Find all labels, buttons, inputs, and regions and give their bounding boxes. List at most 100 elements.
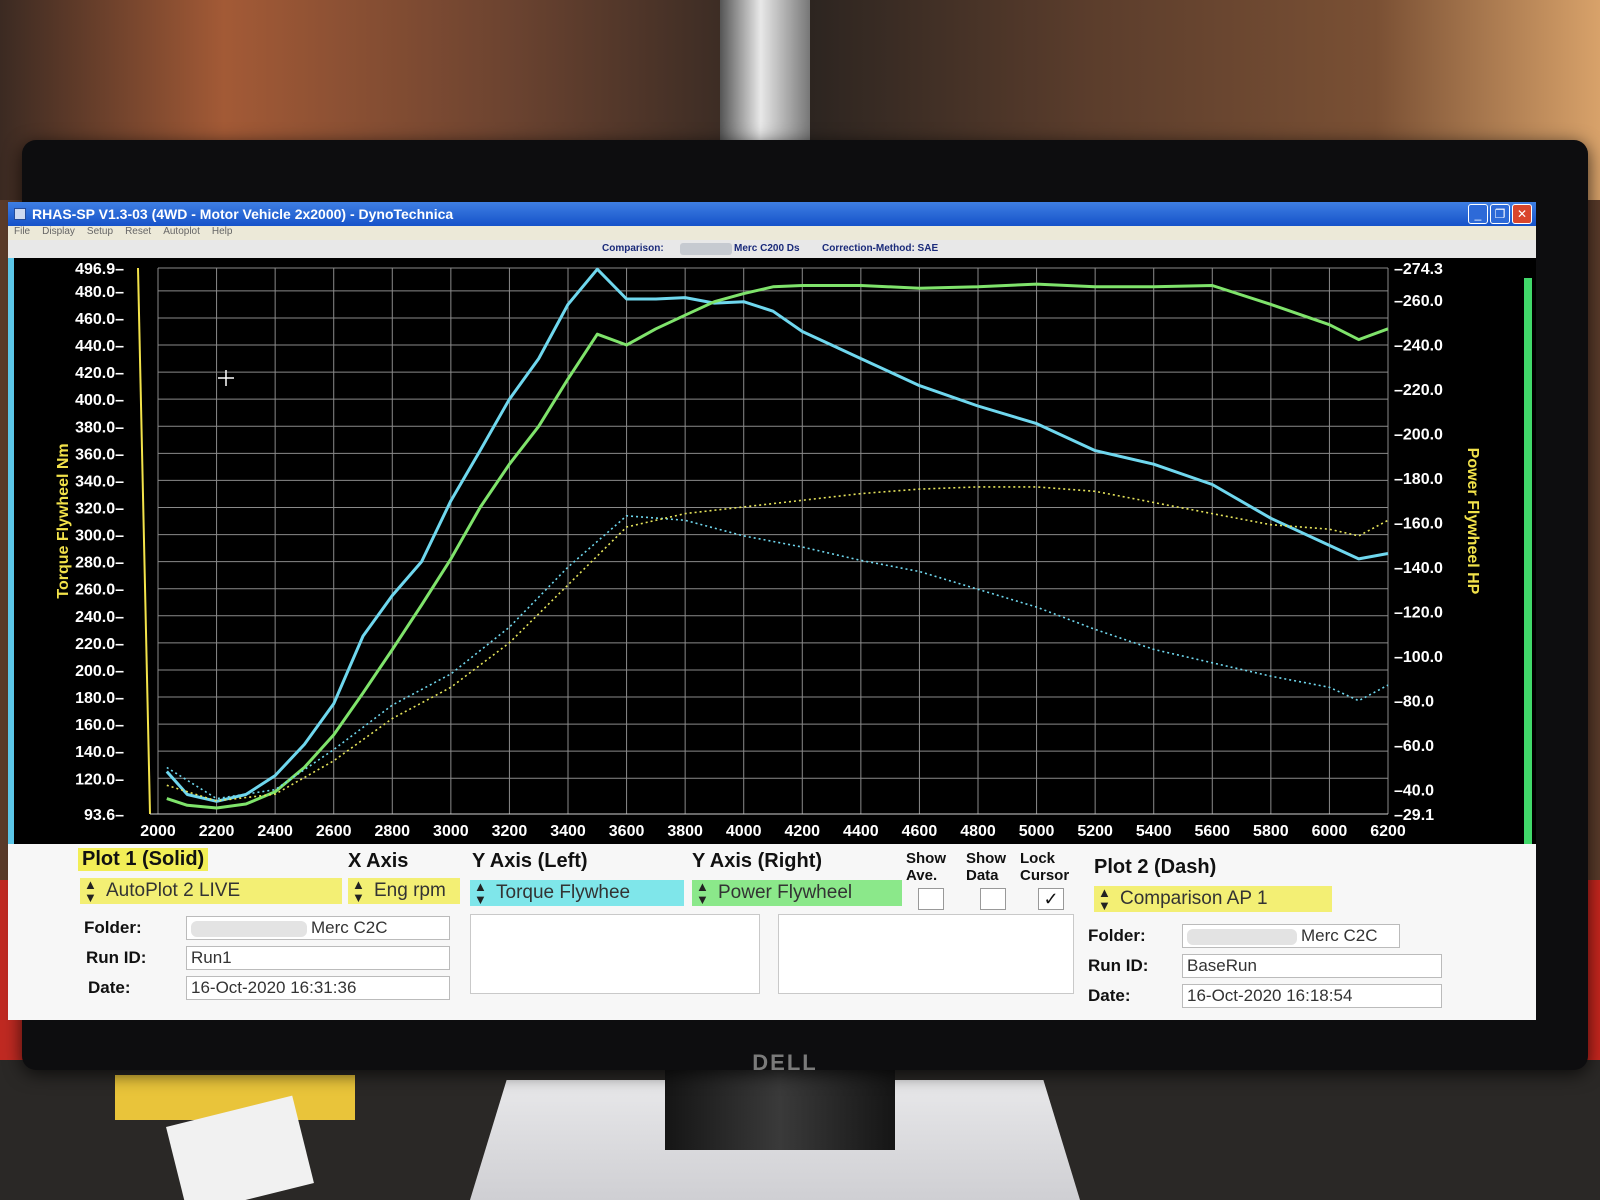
plot1-header: Plot 1 (Solid): [78, 848, 209, 871]
menu-setup[interactable]: Setup: [87, 226, 113, 240]
redacted-text: [191, 920, 307, 937]
yleft-select[interactable]: ▲ ▼ Torque Flywhee: [470, 880, 684, 906]
menu-reset[interactable]: Reset: [125, 226, 151, 240]
y-right-tick-label: –180.0: [1394, 471, 1443, 488]
yright-select[interactable]: ▲ ▼ Power Flywheel: [692, 880, 902, 906]
y-left-tick-label: 300.0–: [75, 528, 124, 545]
lock-cursor-label: Lock Cursor: [1020, 850, 1070, 884]
app-icon: [14, 208, 26, 220]
dyno-chart[interactable]: 2000 2200 2400 2600 2800 3000 3200 3400 3600 3800…: [8, 258, 1536, 844]
x-tick-label: 5800: [1253, 823, 1289, 840]
spin-arrows-icon[interactable]: ▲ ▼: [84, 878, 97, 904]
spin-arrows-icon[interactable]: ▲ ▼: [696, 880, 709, 906]
plot1-folder-label: Folder:: [84, 918, 142, 937]
x-tick-label: 3800: [667, 823, 703, 840]
show-ave-checkbox[interactable]: [918, 888, 944, 910]
x-tick-label: 3600: [609, 823, 645, 840]
y-left-tick-label: 360.0–: [75, 446, 124, 463]
y-right-tick-label: –100.0: [1394, 649, 1443, 666]
plot1-date-field[interactable]: 16-Oct-2020 16:31:36: [186, 976, 450, 1000]
menu-help[interactable]: Help: [212, 226, 233, 240]
plot2-folder-field[interactable]: Merc C2C: [1182, 924, 1400, 948]
y-left-tick-label: 240.0–: [75, 609, 124, 626]
y-left-tick-label: 440.0–: [75, 338, 124, 355]
yleft-header: Y Axis (Left): [472, 850, 588, 872]
plot1-runid-field[interactable]: Run1: [186, 946, 450, 970]
comparison-label: Comparison:: [602, 243, 664, 254]
control-panel: Plot 1 (Solid) ▲ ▼ AutoPlot 2 LIVE Folder…: [8, 844, 1536, 1020]
plot2-select[interactable]: ▲ ▼ Comparison AP 1: [1094, 886, 1332, 912]
y-right-tick-label: –80.0: [1394, 694, 1434, 711]
y-left-tick-label: 140.0–: [75, 744, 124, 761]
plot2-date-field[interactable]: 16-Oct-2020 16:18:54: [1182, 984, 1442, 1008]
yright-info-box: [778, 914, 1074, 994]
xaxis-select-value: Eng rpm: [374, 880, 446, 901]
x-tick-label: 3000: [433, 823, 469, 840]
spin-arrows-icon[interactable]: ▲ ▼: [352, 878, 365, 904]
plot1-runid-label: Run ID:: [86, 948, 147, 967]
y-left-tick-label: 280.0–: [75, 555, 124, 572]
x-tick-label: 4400: [843, 823, 879, 840]
y-right-tick-label: –260.0: [1394, 293, 1443, 310]
y-left-tick-label: 400.0–: [75, 392, 124, 409]
y-right-axis-label: Power Flywheel HP: [1464, 448, 1481, 595]
x-tick-label: 5600: [1194, 823, 1230, 840]
menu-file[interactable]: File: [14, 226, 30, 240]
y-right-tick-label: –140.0: [1394, 560, 1443, 577]
y-left-tick-label: 260.0–: [75, 582, 124, 599]
y-left-axis-label: Torque Flywheel Nm: [55, 443, 72, 598]
yright-header: Y Axis (Right): [692, 850, 823, 872]
x-tick-label: 2200: [199, 823, 235, 840]
y-right-tick-label: –160.0: [1394, 516, 1443, 533]
plot2-runid-field[interactable]: BaseRun: [1182, 954, 1442, 978]
y-left-tick-label: 120.0–: [75, 771, 124, 788]
plot2-folder-label: Folder:: [1088, 926, 1146, 945]
minimize-button[interactable]: _: [1468, 204, 1488, 224]
plot1-select[interactable]: ▲ ▼ AutoPlot 2 LIVE: [80, 878, 342, 904]
plot1-date-label: Date:: [88, 978, 131, 997]
spin-arrows-icon[interactable]: ▲ ▼: [1098, 886, 1111, 912]
y-left-tick-label: 420.0–: [75, 365, 124, 382]
redacted-folder: [680, 243, 732, 255]
title-bar[interactable]: RHAS-SP V1.3-03 (4WD - Motor Vehicle 2x2…: [8, 202, 1536, 226]
yright-select-value: Power Flywheel: [718, 882, 853, 903]
correction-method: Correction-Method: SAE: [822, 243, 939, 254]
y-left-tick-label: 340.0–: [75, 473, 124, 490]
yleft-select-value: Torque Flywhee: [496, 882, 631, 903]
app-window: RHAS-SP V1.3-03 (4WD - Motor Vehicle 2x2…: [8, 202, 1536, 1020]
x-tick-label: 2400: [257, 823, 293, 840]
window-controls: _ ❐ ✕: [1468, 204, 1532, 224]
x-tick-label: 2800: [374, 823, 410, 840]
plot2-runid-label: Run ID:: [1088, 956, 1149, 975]
x-tick-label: 5000: [1019, 823, 1055, 840]
y-right-tick-label: –200.0: [1394, 426, 1443, 443]
show-data-checkbox[interactable]: [980, 888, 1006, 910]
restore-button[interactable]: ❐: [1490, 204, 1510, 224]
plot1-folder-field[interactable]: Merc C2C: [186, 916, 450, 940]
y-left-tick-label: 380.0–: [75, 419, 124, 436]
redacted-text: [1187, 928, 1297, 945]
series-line-2: [166, 282, 1389, 810]
y-right-tick-label: –29.1: [1394, 807, 1434, 824]
x-tick-label: 2000: [140, 823, 176, 840]
plot1-select-value: AutoPlot 2 LIVE: [106, 880, 241, 901]
y-right-tick-label: –60.0: [1394, 738, 1434, 755]
close-button[interactable]: ✕: [1512, 204, 1532, 224]
x-tick-label: 3200: [492, 823, 528, 840]
x-tick-label: 6000: [1312, 823, 1348, 840]
spin-arrows-icon[interactable]: ▲ ▼: [474, 880, 487, 906]
dyno-plot-area[interactable]: 2000 2200 2400 2600 2800 3000 3200 3400 3600 3800…: [8, 258, 1536, 844]
show-ave-label: Show Ave.: [906, 850, 946, 884]
x-tick-label: 2600: [316, 823, 352, 840]
series-line-1: [165, 267, 1389, 803]
x-tick-label: 5400: [1136, 823, 1172, 840]
lock-cursor-checkbox[interactable]: ✓: [1038, 888, 1064, 910]
xaxis-select[interactable]: ▲ ▼ Eng rpm: [348, 878, 460, 904]
plot2-folder-value: Merc C2C: [1301, 926, 1378, 945]
y-right-tick-label: –40.0: [1394, 783, 1434, 800]
series-line-3: [166, 514, 1389, 800]
menu-autoplot[interactable]: Autoplot: [163, 226, 200, 240]
menu-display[interactable]: Display: [42, 226, 75, 240]
plot1-folder-value: Merc C2C: [311, 918, 388, 937]
x-tick-label: 3400: [550, 823, 586, 840]
